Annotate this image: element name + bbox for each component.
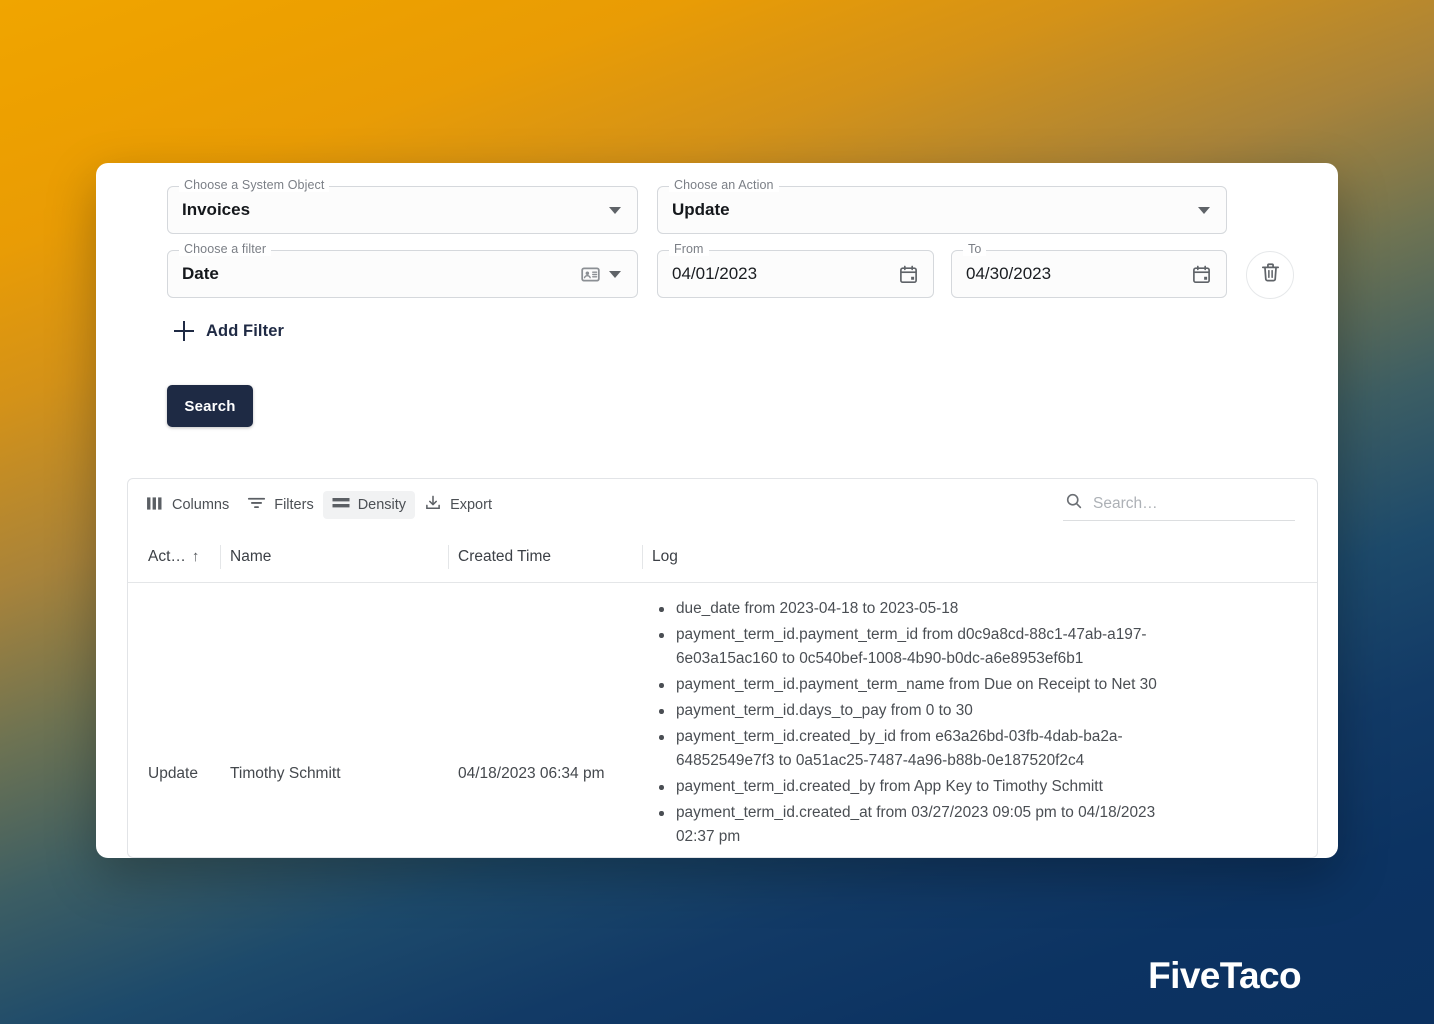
from-date-label: From — [669, 243, 709, 256]
filters-label: Filters — [274, 497, 314, 513]
column-header-action-label: Act… — [148, 547, 186, 565]
log-entry: payment_term_id.created_at from 03/27/20… — [652, 801, 1185, 849]
calendar-icon[interactable] — [1191, 264, 1212, 285]
system-object-select[interactable]: Choose a System Object Invoices — [167, 179, 638, 234]
density-label: Density — [357, 497, 407, 513]
filter-select[interactable]: Choose a filter Date — [167, 243, 638, 298]
to-date-field[interactable]: To 04/30/2023 — [951, 243, 1227, 298]
search-icon — [1065, 492, 1083, 515]
action-value: Update — [672, 200, 730, 219]
system-object-label: Choose a System Object — [179, 179, 330, 192]
cell-action: Update — [148, 765, 198, 782]
cell-created-time: 04/18/2023 06:34 pm — [458, 765, 605, 782]
column-header-action[interactable]: Act… ↑ — [138, 531, 220, 582]
column-header-log[interactable]: Log — [642, 531, 1317, 582]
export-button[interactable]: Export — [415, 489, 501, 521]
log-entry: due_date from 2023-04-18 to 2023-05-18 — [652, 597, 1185, 621]
action-select[interactable]: Choose an Action Update — [657, 179, 1227, 234]
calendar-icon[interactable] — [898, 264, 919, 285]
from-date-field[interactable]: From 04/01/2023 — [657, 243, 934, 298]
filter-label: Choose a filter — [179, 243, 272, 256]
filter-value: Date — [182, 264, 219, 283]
chevron-down-icon[interactable] — [609, 270, 621, 278]
download-icon — [424, 494, 442, 516]
sort-ascending-icon[interactable]: ↑ — [192, 549, 200, 564]
column-header-log-label: Log — [652, 547, 678, 565]
action-label: Choose an Action — [669, 179, 779, 192]
delete-filter-button[interactable] — [1246, 251, 1294, 299]
to-date-label: To — [963, 243, 987, 256]
log-entry: payment_term_id.days_to_pay from 0 to 30 — [652, 699, 1185, 723]
grid-search-box[interactable] — [1063, 489, 1295, 521]
density-icon — [332, 496, 350, 514]
system-object-value: Invoices — [182, 200, 251, 219]
data-grid: Columns Filters Density Export Search… A… — [127, 478, 1318, 858]
from-date-value[interactable]: 04/01/2023 — [658, 264, 898, 284]
search-submit-button[interactable]: Search — [167, 385, 253, 427]
grid-search-input[interactable] — [1093, 494, 1293, 513]
main-panel: Choose a System Object Invoices Choose a… — [96, 163, 1338, 858]
log-entry: payment_term_id.created_by from App Key … — [652, 775, 1185, 799]
chevron-down-icon[interactable] — [1198, 206, 1210, 214]
log-entry: payment_term_id.payment_term_id from d0c… — [652, 623, 1185, 671]
table-row[interactable]: Update Timothy Schmitt 04/18/2023 06:34 … — [128, 583, 1317, 851]
cell-log: due_date from 2023-04-18 to 2023-05-18 pa… — [642, 583, 1317, 851]
log-entry: payment_term_id.payment_term_name from D… — [652, 673, 1185, 697]
columns-icon — [147, 496, 164, 515]
log-entry-list: due_date from 2023-04-18 to 2023-05-18 pa… — [652, 597, 1307, 849]
fivetaco-watermark: FiveTaco — [1148, 955, 1301, 996]
export-label: Export — [450, 497, 492, 513]
to-date-value[interactable]: 04/30/2023 — [952, 264, 1191, 284]
log-entry: payment_term_id.created_by_id from e63a2… — [652, 725, 1185, 773]
chevron-down-icon[interactable] — [609, 206, 621, 214]
contact-card-icon[interactable] — [580, 264, 601, 285]
cell-name: Timothy Schmitt — [230, 765, 341, 782]
column-header-created-time-label: Created Time — [458, 547, 552, 565]
add-filter-label: Add Filter — [206, 321, 284, 340]
columns-label: Columns — [172, 497, 230, 513]
plus-icon — [174, 321, 194, 341]
density-button[interactable]: Density — [322, 491, 416, 519]
trash-icon — [1259, 261, 1282, 289]
grid-toolbar: Columns Filters Density Export Search… — [128, 479, 1317, 531]
filter-funnel-icon — [247, 495, 266, 515]
column-header-name-label: Name — [230, 547, 272, 565]
filters-button[interactable]: Filters — [238, 490, 322, 520]
add-filter-button[interactable]: Add Filter — [164, 315, 294, 347]
grid-column-headers: Act… ↑ Name Created Time Log — [128, 531, 1317, 583]
columns-button[interactable]: Columns — [138, 491, 238, 520]
column-header-name[interactable]: Name — [220, 531, 448, 582]
column-header-created-time[interactable]: Created Time — [448, 531, 642, 582]
